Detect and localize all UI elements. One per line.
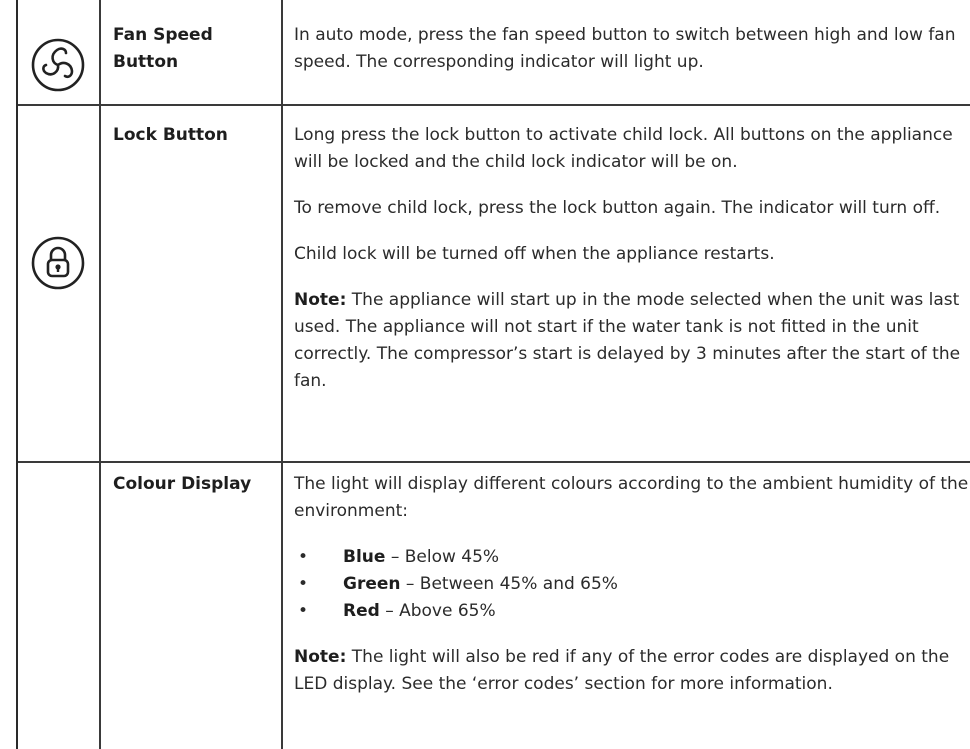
description-text: In auto mode, press the fan speed button… [294, 25, 956, 72]
description-text: To remove child lock, press the lock but… [294, 198, 941, 218]
list-item: Green – Between 45% and 65% [294, 571, 970, 598]
colour-name: Blue [343, 547, 386, 567]
colour-name: Green [343, 574, 401, 594]
colour-range: – Below 45% [385, 547, 500, 567]
note-text: The light will also be red if any of the… [294, 647, 950, 694]
note-label: Note: [294, 647, 347, 667]
note-paragraph: Note: The light will also be red if any … [294, 644, 970, 698]
description-text: The light will display different colours… [294, 474, 969, 521]
feature-description: Long press the lock button to activate c… [294, 122, 970, 395]
lock-icon [31, 236, 85, 290]
feature-label: Fan Speed Button [113, 25, 213, 72]
feature-description: In auto mode, press the fan speed button… [294, 22, 970, 76]
list-item: Blue – Below 45% [294, 544, 970, 571]
list-item: Red – Above 65% [294, 598, 970, 625]
note-paragraph: Note: The appliance will start up in the… [294, 287, 970, 395]
colour-range: – Above 65% [379, 601, 496, 621]
note-label: Note: [294, 290, 347, 310]
table-row-fan-speed: Fan Speed Button In auto mode, press the… [18, 0, 970, 104]
humidity-colour-list: Blue – Below 45% Green – Between 45% and… [294, 544, 970, 625]
note-text: The appliance will start up in the mode … [294, 290, 961, 391]
features-table: Fan Speed Button In auto mode, press the… [16, 0, 970, 749]
table-row-colour-display: Colour Display The light will display di… [18, 461, 970, 749]
fan-icon [31, 38, 85, 92]
table-row-lock: Lock Button Long press the lock button t… [18, 104, 970, 461]
description-text: Long press the lock button to activate c… [294, 125, 953, 172]
colour-name: Red [343, 601, 380, 621]
description-text: Child lock will be turned off when the a… [294, 244, 775, 264]
feature-label: Colour Display [113, 474, 252, 494]
feature-label: Lock Button [113, 125, 228, 145]
colour-range: – Between 45% and 65% [400, 574, 618, 594]
feature-description: The light will display different colours… [294, 471, 970, 698]
